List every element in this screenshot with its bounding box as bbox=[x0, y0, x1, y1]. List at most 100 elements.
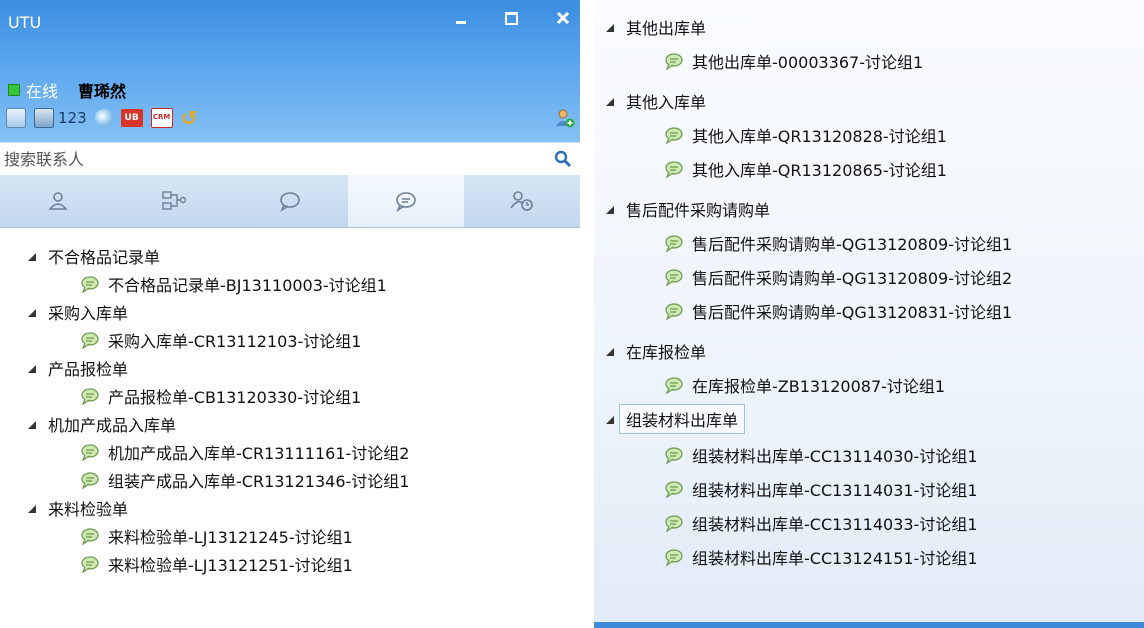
tree-item[interactable]: 组装材料出库单-CC13114030-讨论组1 bbox=[664, 442, 978, 468]
collapse-arrow-icon[interactable] bbox=[606, 24, 614, 32]
tree-item[interactable]: 来料检验单-LJ13121251-讨论组1 bbox=[80, 551, 353, 577]
discussion-group-icon bbox=[665, 161, 683, 179]
discussion-group-icon bbox=[665, 481, 683, 499]
group-label: 来料检验单 bbox=[48, 500, 129, 519]
toolbar-count[interactable]: 123 bbox=[58, 109, 87, 127]
collapse-arrow-icon[interactable] bbox=[28, 505, 36, 513]
discussion-group-icon bbox=[665, 447, 683, 465]
online-status-icon[interactable] bbox=[8, 84, 20, 96]
discussion-group-icon bbox=[665, 235, 683, 253]
tree-item[interactable]: 组装材料出库单-CC13114031-讨论组1 bbox=[664, 476, 978, 502]
collapse-arrow-icon[interactable] bbox=[606, 416, 614, 424]
refresh-icon[interactable]: ↺ bbox=[181, 108, 199, 128]
tree-item[interactable]: 来料检验单-LJ13121245-讨论组1 bbox=[80, 523, 353, 549]
tree-item[interactable]: 机加产成品入库单-CR13111161-讨论组2 bbox=[80, 439, 409, 465]
tab-bar bbox=[0, 175, 580, 228]
chat-icon[interactable] bbox=[94, 109, 113, 127]
group-label: 其他入库单 bbox=[626, 93, 707, 112]
collapse-arrow-icon[interactable] bbox=[28, 421, 36, 429]
item-label: 组装产成品入库单-CR13121346-讨论组1 bbox=[108, 472, 410, 491]
bottom-border bbox=[594, 622, 1144, 628]
tree-item[interactable]: 组装产成品入库单-CR13121346-讨论组1 bbox=[80, 467, 409, 493]
organization-icon bbox=[162, 191, 187, 210]
maximize-icon bbox=[504, 12, 518, 25]
item-label: 其他出库单-00003367-讨论组1 bbox=[692, 53, 924, 72]
search-icon[interactable] bbox=[554, 150, 572, 168]
tree-group[interactable]: 采购入库单 bbox=[28, 299, 128, 325]
chat-client-window: UTU 在线 曹琋然 123 UB CRM ↺ 搜索联系人 不合格品记录单 不合… bbox=[0, 0, 580, 628]
tree-item[interactable]: 在库报检单-ZB13120087-讨论组1 bbox=[664, 372, 945, 398]
crm-icon[interactable]: CRM bbox=[150, 108, 173, 128]
tab-recent[interactable] bbox=[464, 175, 580, 227]
ub-icon[interactable]: UB bbox=[120, 109, 143, 127]
group-label: 采购入库单 bbox=[48, 304, 129, 323]
document-icon[interactable] bbox=[6, 108, 26, 128]
collapse-arrow-icon[interactable] bbox=[28, 309, 36, 317]
discussion-group-icon bbox=[665, 549, 683, 567]
add-contact-icon[interactable] bbox=[555, 108, 575, 128]
tree-item[interactable]: 组装材料出库单-CC13124151-讨论组1 bbox=[664, 544, 978, 570]
close-button[interactable] bbox=[550, 8, 576, 32]
title-bar[interactable]: UTU 在线 曹琋然 123 UB CRM ↺ bbox=[0, 0, 580, 142]
discussion-group-icon bbox=[81, 276, 99, 294]
item-label: 来料检验单-LJ13121245-讨论组1 bbox=[108, 528, 353, 547]
group-label: 产品报检单 bbox=[48, 360, 129, 379]
discussion-group-icon bbox=[665, 53, 683, 71]
item-label: 售后配件采购请购单-QG13120809-讨论组1 bbox=[692, 235, 1013, 254]
tree-item[interactable]: 其他入库单-QR13120865-讨论组1 bbox=[664, 156, 947, 182]
tab-discussion-groups[interactable] bbox=[348, 175, 464, 227]
item-label: 机加产成品入库单-CR13111161-讨论组2 bbox=[108, 444, 410, 463]
discussion-group-icon bbox=[81, 556, 99, 574]
search-input[interactable] bbox=[4, 147, 544, 171]
discussion-tree: 不合格品记录单 不合格品记录单-BJ13110003-讨论组1 采购入库单 采购… bbox=[0, 228, 580, 628]
tree-item[interactable]: 其他出库单-00003367-讨论组1 bbox=[664, 48, 923, 74]
minimize-button[interactable] bbox=[448, 8, 474, 32]
item-label: 售后配件采购请购单-QG13120809-讨论组2 bbox=[692, 269, 1013, 288]
user-name: 曹琋然 bbox=[78, 82, 127, 101]
discussion-group-icon bbox=[665, 127, 683, 145]
tree-group[interactable]: 在库报检单 bbox=[606, 338, 706, 364]
tab-chat[interactable] bbox=[232, 175, 348, 227]
tree-group[interactable]: 其他出库单 bbox=[606, 14, 706, 40]
tree-item[interactable]: 其他入库单-QR13120828-讨论组1 bbox=[664, 122, 947, 148]
tree-item[interactable]: 产品报检单-CB13120330-讨论组1 bbox=[80, 383, 361, 409]
chat-bubble-icon bbox=[280, 192, 300, 212]
maximize-button[interactable] bbox=[498, 8, 524, 32]
tree-group[interactable]: 来料检验单 bbox=[28, 495, 128, 521]
tree-item[interactable]: 采购入库单-CR13112103-讨论组1 bbox=[80, 327, 361, 353]
item-label: 组装材料出库单-CC13124151-讨论组1 bbox=[692, 549, 978, 568]
tree-group[interactable]: 其他入库单 bbox=[606, 88, 706, 114]
discussion-group-icon bbox=[665, 515, 683, 533]
close-icon bbox=[556, 11, 570, 25]
collapse-arrow-icon[interactable] bbox=[28, 365, 36, 373]
tree-item[interactable]: 组装材料出库单-CC13114033-讨论组1 bbox=[664, 510, 978, 536]
tree-group[interactable]: 机加产成品入库单 bbox=[28, 411, 176, 437]
collapse-arrow-icon[interactable] bbox=[606, 206, 614, 214]
item-label: 组装材料出库单-CC13114030-讨论组1 bbox=[692, 447, 978, 466]
status-label[interactable]: 在线 bbox=[26, 78, 58, 102]
tree-item[interactable]: 不合格品记录单-BJ13110003-讨论组1 bbox=[80, 271, 387, 297]
printer-icon[interactable] bbox=[34, 108, 54, 128]
tree-item[interactable]: 售后配件采购请购单-QG13120809-讨论组2 bbox=[664, 264, 1012, 290]
tab-contacts[interactable] bbox=[0, 175, 116, 227]
discussion-group-icon bbox=[665, 377, 683, 395]
collapse-arrow-icon[interactable] bbox=[28, 253, 36, 261]
tree-group[interactable]: 售后配件采购请购单 bbox=[606, 196, 770, 222]
user-status-row: 在线 曹琋然 bbox=[8, 78, 126, 102]
item-label: 在库报检单-ZB13120087-讨论组1 bbox=[692, 377, 946, 396]
item-label: 其他入库单-QR13120865-讨论组1 bbox=[692, 161, 947, 180]
tab-organization[interactable] bbox=[116, 175, 232, 227]
group-label: 不合格品记录单 bbox=[48, 248, 161, 267]
item-label: 采购入库单-CR13112103-讨论组1 bbox=[108, 332, 362, 351]
tree-item[interactable]: 售后配件采购请购单-QG13120809-讨论组1 bbox=[664, 230, 1012, 256]
collapse-arrow-icon[interactable] bbox=[606, 98, 614, 106]
item-label: 不合格品记录单-BJ13110003-讨论组1 bbox=[108, 276, 387, 295]
group-label: 售后配件采购请购单 bbox=[626, 201, 771, 220]
discussion-group-icon bbox=[81, 528, 99, 546]
tree-item[interactable]: 售后配件采购请购单-QG13120831-讨论组1 bbox=[664, 298, 1012, 324]
collapse-arrow-icon[interactable] bbox=[606, 348, 614, 356]
tree-group-selected[interactable]: 组装材料出库单 bbox=[606, 404, 746, 434]
discussion-group-icon bbox=[396, 192, 416, 212]
tree-group[interactable]: 不合格品记录单 bbox=[28, 243, 160, 269]
tree-group[interactable]: 产品报检单 bbox=[28, 355, 128, 381]
